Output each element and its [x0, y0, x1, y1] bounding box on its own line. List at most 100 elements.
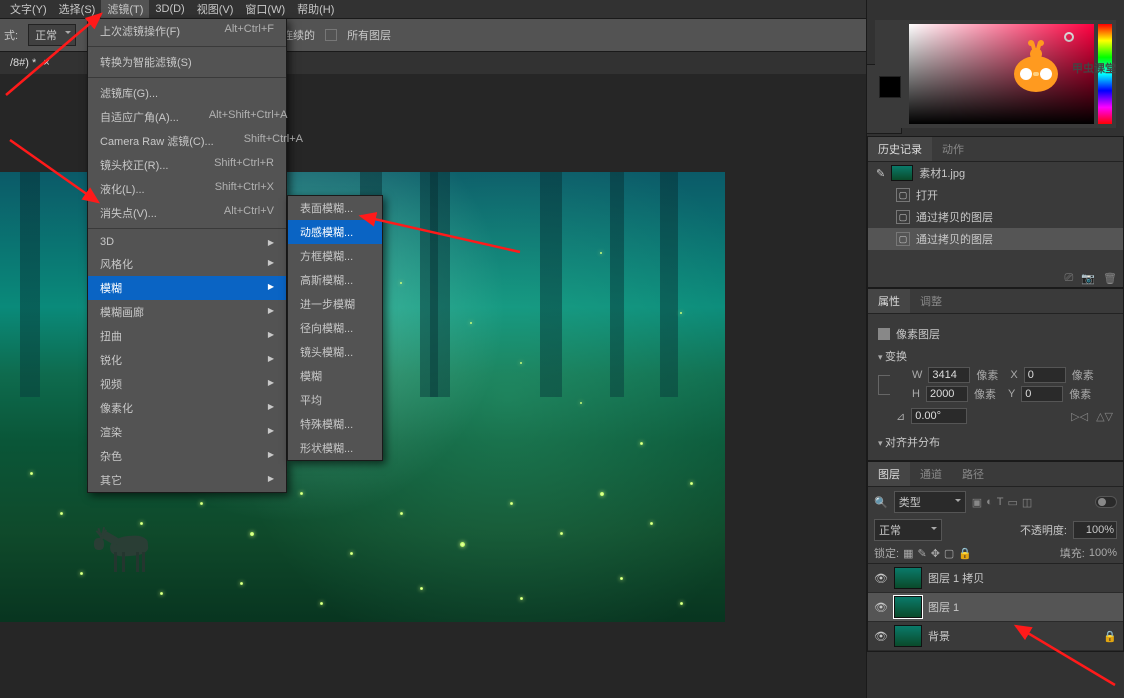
search-icon[interactable]: 🔍	[874, 496, 888, 509]
blur-blur[interactable]: 模糊	[288, 364, 382, 388]
filter-gallery[interactable]: 滤镜库(G)...	[88, 81, 286, 105]
filter-blur-gallery[interactable]: 模糊画廊	[88, 300, 286, 324]
tab-channels[interactable]: 通道	[910, 462, 952, 486]
visibility-icon[interactable]: 👁	[874, 572, 888, 585]
w-input[interactable]	[928, 367, 970, 383]
layers-panel: 图层 通道 路径 🔍 类型 ▣ ◐ T ▭ ◫ 正常 不透明度: 100% 锁定…	[867, 461, 1124, 652]
lock-position-icon[interactable]: ✥	[931, 547, 940, 560]
tab-paths[interactable]: 路径	[952, 462, 994, 486]
filter-blur[interactable]: 模糊	[88, 276, 286, 300]
menu-window[interactable]: 窗口(W)	[239, 0, 291, 19]
tab-layers[interactable]: 图层	[868, 462, 910, 486]
blur-gaussian[interactable]: 高斯模糊...	[288, 268, 382, 292]
blur-further[interactable]: 进一步模糊	[288, 292, 382, 316]
filter-shape-icon[interactable]: ▭	[1008, 496, 1018, 509]
x-input[interactable]	[1024, 367, 1066, 383]
menu-text[interactable]: 文字(Y)	[4, 0, 53, 19]
document-tab-label: /8#) *	[10, 57, 36, 69]
visibility-icon[interactable]: 👁	[874, 630, 888, 643]
blur-average[interactable]: 平均	[288, 388, 382, 412]
filter-pixel-icon[interactable]: ▣	[972, 496, 982, 509]
blur-box[interactable]: 方框模糊...	[288, 244, 382, 268]
fill-value[interactable]: 100%	[1089, 547, 1117, 559]
filter-sharpen[interactable]: 锐化	[88, 348, 286, 372]
history-copy2[interactable]: ▢通过拷贝的图层	[868, 228, 1123, 250]
visibility-icon[interactable]: 👁	[874, 601, 888, 614]
blur-surface[interactable]: 表面模糊...	[288, 196, 382, 220]
history-copy1[interactable]: ▢通过拷贝的图层	[868, 206, 1123, 228]
lock-all-icon[interactable]: 🔒	[958, 547, 972, 560]
blur-motion[interactable]: 动感模糊...	[288, 220, 382, 244]
filter-type-icon[interactable]: T	[997, 496, 1004, 509]
properties-panel: 属性 调整 像素图层 变换 W像素X像素 H像素Y像素 ⊿ ▷◁△▽ 对齐并分布	[867, 288, 1124, 461]
history-source[interactable]: ✎素材1.jpg	[868, 162, 1123, 184]
close-tab-icon[interactable]: ×	[43, 57, 49, 69]
filter-adjust-icon[interactable]: ◐	[986, 496, 993, 509]
delete-state-icon[interactable]: 🗑	[1103, 272, 1117, 285]
filter-render[interactable]: 渲染	[88, 420, 286, 444]
blur-special[interactable]: 特殊模糊...	[288, 412, 382, 436]
menu-view[interactable]: 视图(V)	[191, 0, 240, 19]
filter-smart-icon[interactable]: ◫	[1022, 496, 1032, 509]
menu-select[interactable]: 选择(S)	[53, 0, 102, 19]
layer-row-bg[interactable]: 👁背景🔒	[868, 622, 1123, 651]
blur-radial[interactable]: 径向模糊...	[288, 316, 382, 340]
lock-transparent-icon[interactable]: ▦	[903, 547, 913, 560]
opacity-label: 不透明度:	[1020, 522, 1067, 538]
doc-icon: ▢	[896, 210, 910, 224]
fill-label: 填充:	[1060, 545, 1085, 561]
layer-row-1[interactable]: 👁图层 1	[868, 593, 1123, 622]
history-panel: 历史记录 动作 ✎素材1.jpg ▢打开 ▢通过拷贝的图层 ▢通过拷贝的图层 ⎚…	[867, 136, 1124, 288]
document-tab[interactable]: /8#) * ×	[4, 54, 56, 72]
filter-toggle[interactable]	[1095, 496, 1117, 508]
flip-h-icon[interactable]: ▷◁	[1071, 410, 1088, 423]
filter-other[interactable]: 其它	[88, 468, 286, 492]
filter-adaptive[interactable]: 自适应广角(A)...Alt+Shift+Ctrl+A	[88, 105, 286, 129]
filter-smart[interactable]: 转换为智能滤镜(S)	[88, 50, 286, 74]
new-doc-from-state-icon[interactable]: ⎚	[1065, 272, 1074, 285]
h-input[interactable]	[926, 386, 968, 402]
filter-video[interactable]: 视频	[88, 372, 286, 396]
blend-mode-select[interactable]: 正常	[874, 519, 942, 541]
all-layers-label: 所有图层	[347, 27, 391, 43]
blur-shape[interactable]: 形状模糊...	[288, 436, 382, 460]
blur-lens[interactable]: 镜头模糊...	[288, 340, 382, 364]
lock-pixels-icon[interactable]: ✎	[917, 547, 926, 560]
angle-input[interactable]	[911, 408, 967, 424]
opacity-value[interactable]: 100%	[1073, 521, 1117, 539]
filter-stylize[interactable]: 风格化	[88, 252, 286, 276]
y-input[interactable]	[1021, 386, 1063, 402]
layer-row-1copy[interactable]: 👁图层 1 拷贝	[868, 564, 1123, 593]
filter-vanish[interactable]: 消失点(V)...Alt+Ctrl+V	[88, 201, 286, 225]
new-snapshot-icon[interactable]: 📷	[1081, 272, 1095, 285]
tab-properties[interactable]: 属性	[868, 289, 910, 313]
filter-type-select[interactable]: 类型	[894, 491, 966, 513]
logo-watermark: 甲虫课堂	[1004, 40, 1116, 96]
all-layers-checkbox[interactable]	[325, 29, 337, 41]
tab-adjustments[interactable]: 调整	[910, 289, 952, 313]
filter-3d[interactable]: 3D	[88, 232, 286, 252]
filter-lens[interactable]: 镜头校正(R)...Shift+Ctrl+R	[88, 153, 286, 177]
lock-artboard-icon[interactable]: ▢	[944, 547, 954, 560]
align-section[interactable]: 对齐并分布	[878, 434, 1113, 450]
filter-noise[interactable]: 杂色	[88, 444, 286, 468]
history-open[interactable]: ▢打开	[868, 184, 1123, 206]
link-dimensions-icon[interactable]	[878, 375, 890, 395]
mode-select[interactable]: 正常	[28, 24, 76, 46]
filter-distort[interactable]: 扭曲	[88, 324, 286, 348]
filter-menu: 上次滤镜操作(F)Alt+Ctrl+F 转换为智能滤镜(S) 滤镜库(G)...…	[87, 18, 287, 493]
filter-last[interactable]: 上次滤镜操作(F)Alt+Ctrl+F	[88, 19, 286, 43]
foreground-swatch[interactable]	[879, 76, 901, 98]
menu-3d[interactable]: 3D(D)	[149, 1, 190, 17]
filter-cameraraw[interactable]: Camera Raw 滤镜(C)...Shift+Ctrl+A	[88, 129, 286, 153]
menu-filter[interactable]: 滤镜(T)	[101, 0, 149, 19]
tab-actions[interactable]: 动作	[932, 137, 974, 161]
filter-liquify[interactable]: 液化(L)...Shift+Ctrl+X	[88, 177, 286, 201]
flip-v-icon[interactable]: △▽	[1096, 410, 1113, 423]
menu-help[interactable]: 帮助(H)	[291, 0, 340, 19]
pixel-layer-label: 像素图层	[896, 326, 940, 342]
tab-history[interactable]: 历史记录	[868, 137, 932, 161]
filter-pixelate[interactable]: 像素化	[88, 396, 286, 420]
transform-section[interactable]: 变换	[878, 348, 1113, 364]
contiguous-label: 连续的	[282, 27, 315, 43]
